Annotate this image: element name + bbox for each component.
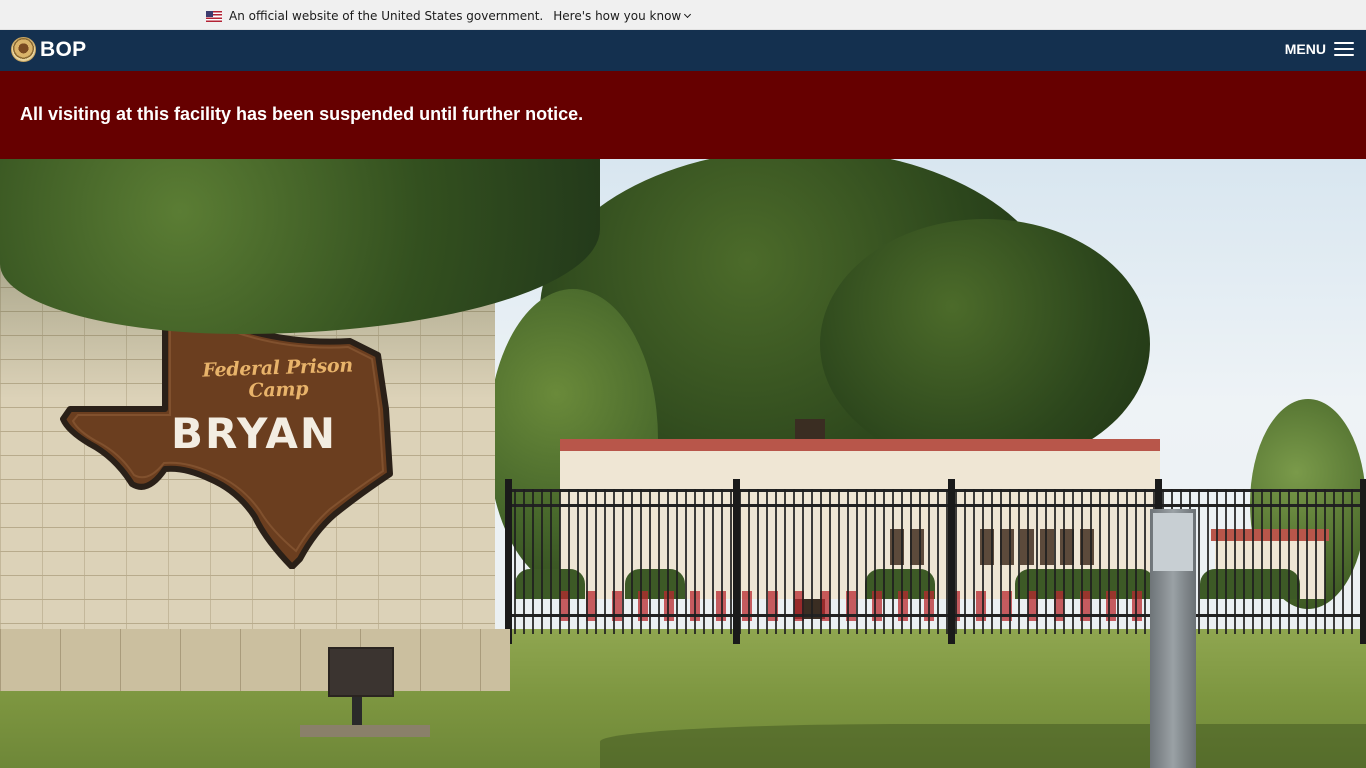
bop-seal-icon	[11, 37, 36, 62]
home-logo-link[interactable]: BOP	[11, 37, 86, 62]
visiting-alert-banner: All visiting at this facility has been s…	[0, 71, 1366, 159]
gov-banner: An official website of the United States…	[0, 0, 1366, 30]
facility-hero-image: Federal Prison Camp BRYAN	[0, 159, 1366, 768]
oak-tree-crown	[820, 219, 1150, 469]
sign-post	[1150, 509, 1196, 768]
us-flag-icon	[206, 10, 222, 22]
gov-banner-content: An official website of the United States…	[206, 9, 692, 23]
menu-button[interactable]: MENU	[1285, 41, 1354, 57]
how-you-know-label: Here's how you know	[553, 9, 682, 23]
site-header: BOP MENU	[0, 30, 1366, 71]
official-website-text: An official website of the United States…	[229, 9, 544, 23]
iron-fence	[505, 479, 1366, 644]
how-you-know-toggle[interactable]: Here's how you know	[553, 9, 692, 23]
lawn-shadow	[600, 724, 1366, 768]
chevron-down-icon	[684, 10, 692, 19]
overhanging-foliage	[0, 159, 600, 334]
ground-light-base	[300, 725, 430, 737]
wall-base	[0, 629, 510, 691]
ground-light	[328, 647, 394, 697]
hamburger-icon	[1334, 42, 1354, 56]
logo-text: BOP	[40, 37, 87, 61]
sign-subtitle: Federal Prison Camp	[201, 354, 354, 403]
ground-light-stem	[352, 697, 362, 725]
alert-message: All visiting at this facility has been s…	[20, 104, 584, 124]
sign-facility-name: BRYAN	[170, 409, 338, 458]
menu-label: MENU	[1284, 41, 1326, 57]
